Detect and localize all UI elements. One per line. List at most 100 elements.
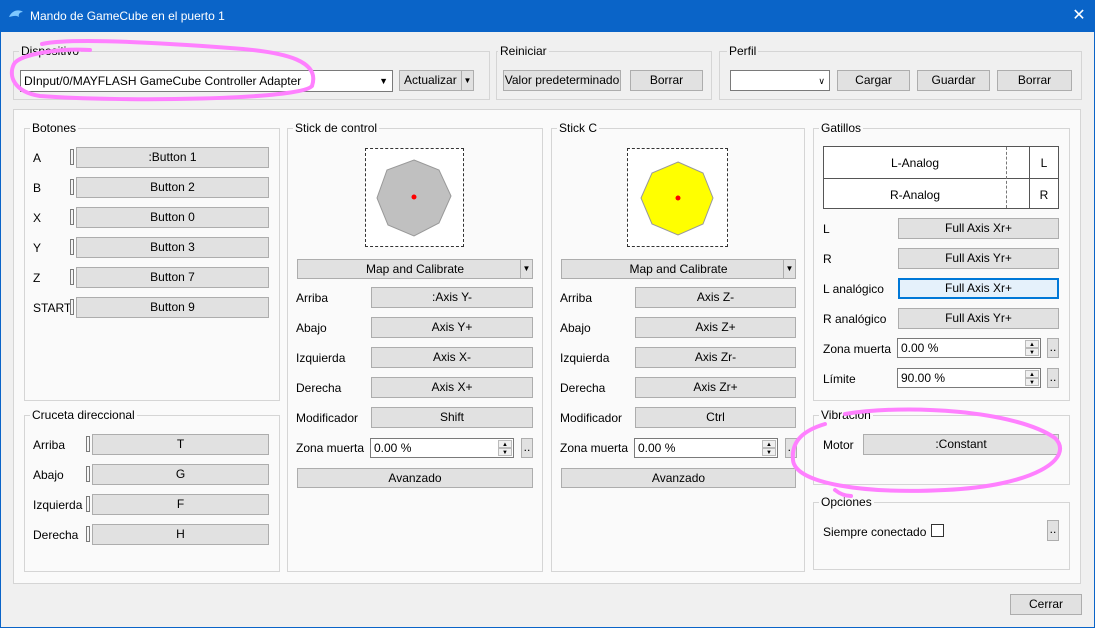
options-more-button[interactable]: .. — [1047, 520, 1059, 541]
spin-buttons[interactable]: ▲ ▼ — [1025, 340, 1039, 356]
main-stick-deadzone-label: Zona muerta — [296, 441, 365, 455]
main-stick-binding-button[interactable]: Axis Y+ — [371, 317, 533, 338]
c-stick-deadzone-label: Zona muerta — [560, 441, 629, 455]
c-stick-binding-button[interactable]: Axis Zr+ — [635, 377, 796, 398]
c-stick-binding-button[interactable]: Axis Z- — [635, 287, 796, 308]
c-stick-gate — [640, 161, 714, 236]
main-stick-advanced-button[interactable]: Avanzado — [297, 468, 533, 488]
button-label: Z — [33, 271, 41, 285]
button-label: X — [33, 211, 42, 225]
button-binding-button[interactable]: Button 9 — [76, 297, 269, 318]
l-analog-label: L-Analog — [890, 156, 940, 170]
main-stick-binding-button[interactable]: :Axis Y- — [371, 287, 533, 308]
dpad-label: Arriba — [33, 438, 66, 452]
device-select-value: DInput/0/MAYFLASH GameCube Controller Ad… — [24, 74, 302, 88]
c-stick-calibrate-label: Map and Calibrate — [629, 262, 728, 276]
main-stick-label: Modificador — [296, 411, 359, 425]
button-label: B — [33, 181, 42, 195]
main-stick-binding-button[interactable]: Axis X- — [371, 347, 533, 368]
trigger-binding-button[interactable]: Full Axis Xr+ — [898, 278, 1059, 299]
dolphin-icon — [9, 10, 23, 17]
input-level-indicator — [70, 179, 74, 195]
dpad-binding-button[interactable]: H — [92, 524, 269, 545]
main-stick-gate — [376, 159, 452, 237]
triggers-limit-value: 90.00 % — [901, 371, 946, 385]
delete-profile-button[interactable]: Borrar — [997, 70, 1072, 91]
dpad-label: Izquierda — [33, 498, 83, 512]
l-key-label: L — [1040, 156, 1048, 170]
always-connected-checkbox[interactable] — [931, 524, 944, 537]
c-stick-deadzone-options-button[interactable]: .. — [785, 438, 797, 458]
trigger-label: L — [823, 222, 830, 236]
triggers-deadzone-input[interactable]: 0.00 % ▲ ▼ — [897, 338, 1041, 358]
chevron-down-icon[interactable]: ▼ — [520, 260, 532, 278]
profile-select[interactable]: ∨ — [730, 70, 830, 91]
motor-binding-button[interactable]: :Constant — [863, 434, 1059, 455]
triggers-limit-input[interactable]: 90.00 % ▲ ▼ — [897, 368, 1041, 388]
main-stick-label: Derecha — [296, 381, 342, 395]
triggers-limit-options-button[interactable]: .. — [1047, 368, 1059, 388]
button-binding-button[interactable]: Button 3 — [76, 237, 269, 258]
c-stick-label: Arriba — [560, 291, 593, 305]
reset-clear-button[interactable]: Borrar — [630, 70, 703, 91]
spin-buttons[interactable]: ▲ ▼ — [1025, 370, 1039, 386]
spin-buttons[interactable]: ▲ ▼ — [498, 440, 512, 456]
chevron-down-icon[interactable]: ▼ — [461, 71, 473, 90]
reset-group-title: Reiniciar — [498, 44, 549, 58]
chevron-down-icon: ▼ — [379, 76, 388, 86]
main-stick-label: Abajo — [296, 321, 327, 335]
button-binding-button[interactable]: :Button 1 — [76, 147, 269, 168]
default-values-button[interactable]: Valor predeterminado — [503, 70, 621, 91]
button-binding-button[interactable]: Button 2 — [76, 177, 269, 198]
triggers-deadzone-options-button[interactable]: .. — [1047, 338, 1059, 358]
button-binding-button[interactable]: Button 7 — [76, 267, 269, 288]
dpad-group-title: Cruceta direccional — [30, 408, 137, 422]
triggers-deadzone-value: 0.00 % — [901, 341, 939, 355]
main-stick-preview — [365, 148, 464, 247]
buttons-group — [24, 128, 280, 401]
input-level-indicator — [86, 496, 90, 512]
c-stick-advanced-button[interactable]: Avanzado — [561, 468, 796, 488]
button-binding-button[interactable]: Button 0 — [76, 207, 269, 228]
r-key-label: R — [1039, 188, 1049, 202]
close-button[interactable]: Cerrar — [1010, 594, 1082, 615]
c-stick-binding-button[interactable]: Axis Z+ — [635, 317, 796, 338]
c-stick-preview — [627, 148, 728, 247]
dpad-label: Derecha — [33, 528, 79, 542]
main-stick-deadzone-input[interactable]: 0.00 % ▲ ▼ — [370, 438, 514, 458]
spin-buttons[interactable]: ▲ ▼ — [762, 440, 776, 456]
load-profile-button[interactable]: Cargar — [837, 70, 910, 91]
window-frame — [0, 32, 1, 628]
dpad-binding-button[interactable]: G — [92, 464, 269, 485]
main-stick-binding-button[interactable]: Shift — [371, 407, 533, 428]
save-profile-button[interactable]: Guardar — [917, 70, 990, 91]
c-stick-binding-button[interactable]: Ctrl — [635, 407, 796, 428]
main-stick-deadzone-options-button[interactable]: .. — [521, 438, 533, 458]
close-icon[interactable]: ✕ — [1065, 4, 1093, 28]
button-label: A — [33, 151, 42, 165]
main-stick-binding-button[interactable]: Axis X+ — [371, 377, 533, 398]
chevron-down-icon[interactable]: ▼ — [783, 260, 795, 278]
c-stick-binding-button[interactable]: Axis Zr- — [635, 347, 796, 368]
profile-group-title: Perfil — [727, 44, 759, 58]
trigger-binding-button[interactable]: Full Axis Xr+ — [898, 218, 1059, 239]
device-select[interactable]: DInput/0/MAYFLASH GameCube Controller Ad… — [20, 70, 393, 92]
dpad-binding-button[interactable]: T — [92, 434, 269, 455]
stick-position-dot — [411, 194, 417, 200]
trigger-binding-button[interactable]: Full Axis Yr+ — [898, 308, 1059, 329]
input-level-indicator — [70, 299, 74, 315]
refresh-button[interactable]: Actualizar ▼ — [399, 70, 474, 91]
dpad-label: Abajo — [33, 468, 64, 482]
c-stick-label: Abajo — [560, 321, 591, 335]
main-stick-label: Arriba — [296, 291, 329, 305]
c-stick-deadzone-input[interactable]: 0.00 % ▲ ▼ — [634, 438, 778, 458]
trigger-binding-button[interactable]: Full Axis Yr+ — [898, 248, 1059, 269]
main-stick-calibrate-label: Map and Calibrate — [365, 262, 465, 276]
window-title: Mando de GameCube en el puerto 1 — [30, 9, 225, 23]
trigger-label: R analógico — [823, 312, 887, 326]
main-stick-calibrate-button[interactable]: Map and Calibrate ▼ — [297, 259, 533, 279]
dpad-binding-button[interactable]: F — [92, 494, 269, 515]
trigger-label: R — [823, 252, 832, 266]
c-stick-calibrate-button[interactable]: Map and Calibrate ▼ — [561, 259, 796, 279]
c-stick-label: Izquierda — [560, 351, 610, 365]
